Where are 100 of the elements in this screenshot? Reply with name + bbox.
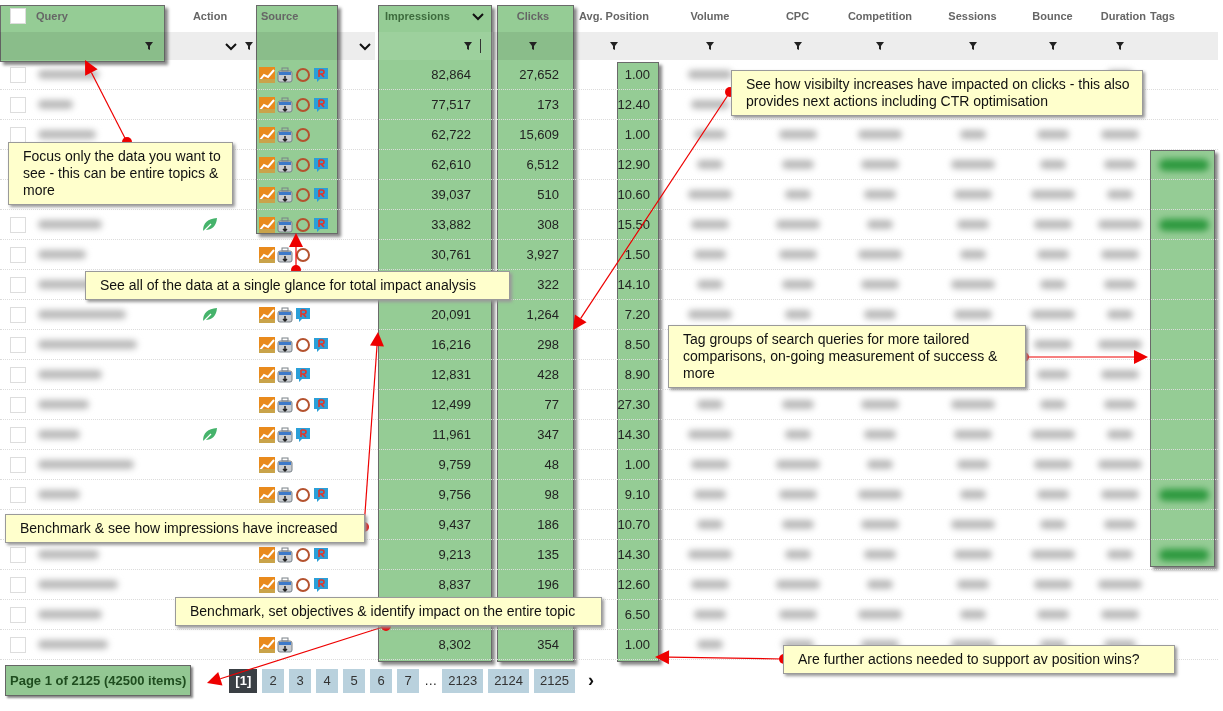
page-button[interactable]: 7: [397, 668, 420, 693]
filter-cell[interactable]: [573, 32, 655, 60]
row-checkbox[interactable]: [10, 636, 26, 653]
dropdown-chevron-icon[interactable]: [225, 41, 237, 51]
filter-icon[interactable]: [968, 42, 977, 50]
briefcase-icon[interactable]: [277, 66, 293, 83]
row-checkbox[interactable]: [10, 366, 26, 383]
row-checkbox[interactable]: [10, 546, 26, 563]
filter-cell[interactable]: [375, 32, 493, 60]
column-header[interactable]: CPC: [785, 10, 810, 22]
filter-cell[interactable]: [165, 32, 255, 60]
ring-icon[interactable]: [295, 396, 311, 413]
filter-cell[interactable]: [30, 32, 165, 60]
ring-icon[interactable]: [295, 246, 311, 263]
filter-icon[interactable]: [610, 42, 618, 50]
filter-icon[interactable]: [145, 42, 153, 50]
filter-cell[interactable]: [493, 32, 573, 60]
column-header[interactable]: Avg. Position: [579, 10, 649, 22]
column-header[interactable]: Action: [192, 10, 228, 22]
row-checkbox[interactable]: [10, 306, 26, 323]
filter-cell[interactable]: [255, 32, 375, 60]
leaf-icon[interactable]: [201, 215, 219, 234]
page-button[interactable]: 6: [370, 668, 393, 693]
select-all-checkbox[interactable]: [10, 8, 26, 24]
briefcase-icon[interactable]: [277, 216, 293, 233]
leaf-icon[interactable]: [201, 305, 219, 324]
row-checkbox[interactable]: [10, 96, 26, 113]
speech-bubble-icon[interactable]: [313, 156, 329, 173]
filter-icon[interactable]: [793, 42, 802, 50]
leaf-icon[interactable]: [201, 425, 219, 444]
speech-bubble-icon[interactable]: [313, 576, 329, 593]
column-header[interactable]: Clicks: [516, 10, 550, 22]
ring-icon[interactable]: [295, 546, 311, 563]
page-button[interactable]: 2: [262, 668, 285, 693]
column-header[interactable]: Bounce: [1032, 10, 1073, 22]
ring-icon[interactable]: [295, 576, 311, 593]
speech-bubble-icon[interactable]: [313, 216, 329, 233]
row-checkbox[interactable]: [10, 66, 26, 83]
filter-icon[interactable]: [245, 42, 253, 50]
briefcase-icon[interactable]: [277, 636, 293, 653]
ring-icon[interactable]: [295, 486, 311, 503]
filter-icon[interactable]: [706, 42, 714, 50]
column-header[interactable]: Sessions: [948, 10, 997, 22]
briefcase-icon[interactable]: [277, 426, 293, 443]
briefcase-icon[interactable]: [277, 336, 293, 353]
row-checkbox[interactable]: [10, 396, 26, 413]
briefcase-icon[interactable]: [277, 186, 293, 203]
column-header[interactable]: Query: [36, 10, 68, 22]
page-button[interactable]: 2123: [442, 668, 484, 693]
ring-icon[interactable]: [295, 336, 311, 353]
column-header[interactable]: Source: [261, 10, 299, 22]
speech-bubble-icon[interactable]: [295, 366, 311, 383]
briefcase-icon[interactable]: [277, 576, 293, 593]
briefcase-icon[interactable]: [277, 396, 293, 413]
briefcase-icon[interactable]: [277, 126, 293, 143]
speech-bubble-icon[interactable]: [313, 96, 329, 113]
filter-icon[interactable]: [876, 42, 884, 50]
filter-icon[interactable]: [1116, 42, 1124, 50]
speech-bubble-icon[interactable]: [313, 336, 329, 353]
speech-bubble-icon[interactable]: [295, 426, 311, 443]
column-header[interactable]: Competition: [847, 10, 913, 22]
briefcase-icon[interactable]: [277, 96, 293, 113]
page-button[interactable]: 2125: [534, 668, 575, 693]
page-button[interactable]: 5: [343, 668, 366, 693]
briefcase-icon[interactable]: [277, 366, 293, 383]
page-button[interactable]: 3: [289, 668, 312, 693]
row-checkbox[interactable]: [10, 336, 26, 353]
column-header[interactable]: Duration: [1100, 10, 1146, 22]
column-header[interactable]: Volume: [690, 10, 730, 22]
speech-bubble-icon[interactable]: [313, 486, 329, 503]
briefcase-icon[interactable]: [277, 306, 293, 323]
row-checkbox[interactable]: [10, 456, 26, 473]
column-header[interactable]: Tags: [1150, 10, 1175, 22]
page-button[interactable]: 2124: [488, 668, 530, 693]
row-checkbox[interactable]: [10, 606, 26, 623]
briefcase-icon[interactable]: [277, 246, 293, 263]
sort-chevron-icon[interactable]: [471, 11, 484, 21]
speech-bubble-icon[interactable]: [313, 66, 329, 83]
briefcase-icon[interactable]: [277, 156, 293, 173]
filter-icon[interactable]: [464, 42, 472, 50]
row-checkbox[interactable]: [10, 126, 26, 143]
page-button[interactable]: 4: [316, 668, 339, 693]
dropdown-chevron-icon[interactable]: [359, 41, 371, 51]
briefcase-icon[interactable]: [277, 546, 293, 563]
page-button[interactable]: [1]: [229, 668, 258, 693]
speech-bubble-icon[interactable]: [313, 186, 329, 203]
speech-bubble-icon[interactable]: [295, 306, 311, 323]
row-checkbox[interactable]: [10, 576, 26, 593]
row-checkbox[interactable]: [10, 246, 26, 263]
speech-bubble-icon[interactable]: [313, 546, 329, 563]
filter-icon[interactable]: [529, 42, 537, 50]
briefcase-icon[interactable]: [277, 486, 293, 503]
row-checkbox[interactable]: [10, 426, 26, 443]
speech-bubble-icon[interactable]: [313, 396, 329, 413]
row-checkbox[interactable]: [10, 276, 26, 293]
row-checkbox[interactable]: [10, 216, 26, 233]
column-header[interactable]: Impressions: [385, 10, 450, 22]
row-checkbox[interactable]: [10, 486, 26, 503]
briefcase-icon[interactable]: [277, 456, 293, 473]
filter-icon[interactable]: [1048, 42, 1057, 50]
